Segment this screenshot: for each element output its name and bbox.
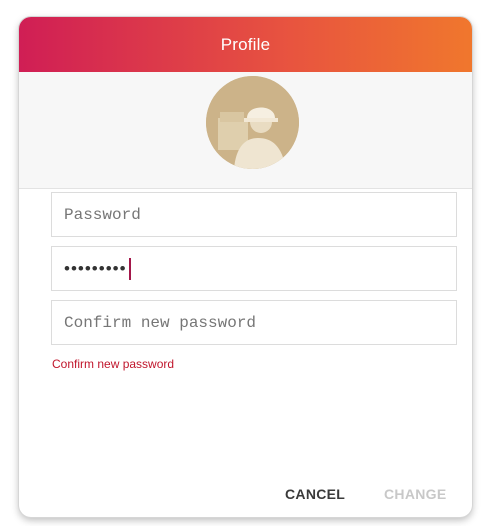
current-password-placeholder: Password [64, 205, 141, 224]
profile-dialog: Profile Password ••••••••• Confirm new p… [19, 17, 472, 517]
dialog-title: Profile [220, 34, 271, 54]
worker-avatar-icon[interactable] [206, 76, 299, 169]
cancel-button[interactable]: CANCEL [285, 486, 345, 502]
avatar-section [19, 72, 472, 189]
current-password-field[interactable]: Password [51, 192, 457, 237]
change-button[interactable]: CHANGE [384, 486, 446, 502]
dialog-header: Profile [19, 17, 472, 72]
new-password-value: ••••••••• [64, 258, 127, 278]
new-password-field[interactable]: ••••••••• [51, 246, 457, 291]
confirm-password-error: Confirm new password [52, 357, 175, 371]
text-caret [128, 257, 131, 280]
confirm-password-field[interactable]: Confirm new password [51, 300, 457, 345]
confirm-password-placeholder: Confirm new password [64, 313, 257, 332]
